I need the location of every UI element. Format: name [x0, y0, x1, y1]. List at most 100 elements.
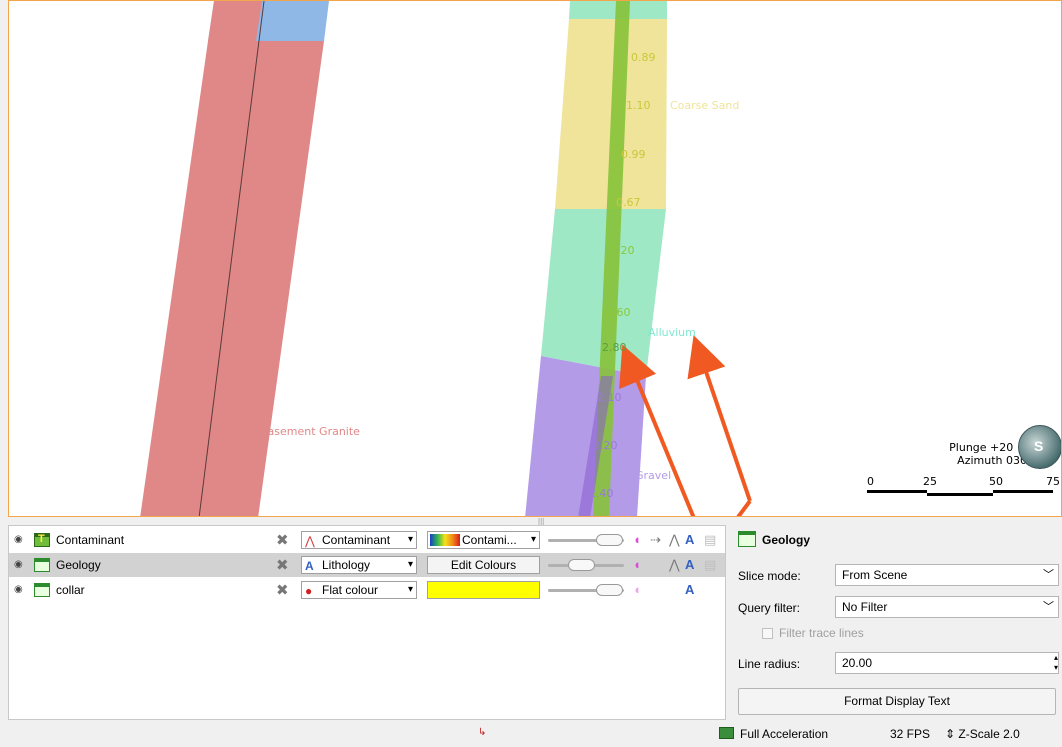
- shapes-list[interactable]: ◉ Contaminant ✖ ⋀ Contaminant ▾ Contami.…: [8, 525, 726, 720]
- line-radius-input[interactable]: 20.00 ▴ ▾: [835, 652, 1059, 674]
- slice-mode-label: Slice mode:: [738, 569, 801, 583]
- table-icon: [738, 531, 756, 547]
- chevron-down-icon: ▾: [407, 584, 413, 595]
- light-icon[interactable]: ◖: [633, 557, 641, 572]
- trace-icon[interactable]: ⋀: [669, 532, 680, 548]
- scene-viewport[interactable]: Coarse Sand Alluvium Gravel Basement Gra…: [8, 0, 1062, 517]
- text-display-icon[interactable]: A: [685, 532, 694, 547]
- slider-thumb[interactable]: [596, 534, 623, 546]
- table-icon[interactable]: ▤: [704, 557, 716, 573]
- plunge-readout: Plunge +20: [949, 441, 1014, 454]
- slice-mode-select[interactable]: From Scene ﹀: [835, 564, 1059, 586]
- list-item-collar[interactable]: ◉ collar ✖ ● Flat colour ▾ ◖ A: [9, 578, 725, 602]
- axes-icon: ↳: [478, 727, 487, 738]
- depth-label: 2.10: [597, 391, 622, 404]
- format-display-text-button[interactable]: Format Display Text: [738, 688, 1056, 715]
- scale-tick: 75: [1046, 475, 1060, 488]
- trace-icon[interactable]: ⋀: [669, 557, 680, 573]
- query-filter-label: Query filter:: [738, 601, 801, 615]
- delete-icon[interactable]: ✖: [276, 531, 289, 549]
- table-icon: [34, 558, 50, 572]
- table-icon[interactable]: ▤: [704, 532, 716, 548]
- chevron-down-icon: ﹀: [1043, 569, 1054, 581]
- depth-label: 2.60: [606, 306, 631, 319]
- object-name: Contaminant: [56, 533, 125, 547]
- granite-hole-body: [140, 41, 324, 516]
- panel-title: Geology: [738, 531, 810, 549]
- opacity-slider[interactable]: [548, 558, 624, 572]
- fps-readout: 32 FPS: [890, 727, 931, 741]
- light-icon[interactable]: ◖: [633, 532, 641, 547]
- depth-label: 2.80: [602, 341, 627, 354]
- delete-icon[interactable]: ✖: [276, 556, 289, 574]
- text-icon: A: [305, 559, 314, 573]
- scale-tick: 0: [867, 475, 874, 488]
- label-basement-granite: Basement Granite: [260, 425, 360, 438]
- properties-panel: Geology Slice mode: From Scene ﹀ Query f…: [732, 525, 1062, 720]
- azimuth-readout: Azimuth 030: [957, 454, 1027, 467]
- edit-colours-button[interactable]: Edit Colours: [427, 556, 540, 574]
- tube-icon[interactable]: ⇢: [650, 532, 661, 548]
- colour-by-select[interactable]: ● Flat colour ▾: [301, 581, 417, 599]
- scale-bar: 0 25 50 75: [863, 475, 1061, 496]
- object-name: Geology: [56, 558, 101, 572]
- scale-segment: [867, 490, 927, 493]
- granite-hole-top-red: [208, 1, 262, 41]
- colourmap-select[interactable]: Contami... ▾: [427, 531, 540, 549]
- depth-label: 2.40: [589, 487, 614, 500]
- chevron-down-icon: ▾: [407, 534, 413, 545]
- chevron-down-icon: ﹀: [1043, 601, 1054, 613]
- table-icon: [34, 583, 50, 597]
- list-item-geology[interactable]: ◉ Geology ✖ A Lithology ▾ Edit Colours ◖…: [9, 553, 725, 577]
- depth-label: 3.20: [610, 244, 635, 257]
- delete-icon[interactable]: ✖: [276, 581, 289, 599]
- text-display-icon[interactable]: A: [685, 557, 694, 572]
- depth-label: 0.67: [616, 196, 641, 209]
- scale-tick: 25: [923, 475, 937, 488]
- checkbox-box[interactable]: [762, 628, 773, 640]
- line-chart-icon: ⋀: [305, 534, 315, 548]
- object-name: collar: [56, 583, 85, 597]
- scale-segment: [927, 493, 993, 496]
- depth-label: 0.99: [621, 148, 646, 161]
- label-coarse-sand: Coarse Sand: [670, 99, 740, 112]
- gradient-swatch: [430, 534, 460, 546]
- opacity-slider[interactable]: [548, 583, 624, 597]
- flat-colour-icon: ●: [305, 584, 313, 598]
- slider-thumb[interactable]: [596, 584, 623, 596]
- eye-icon[interactable]: ◉: [14, 559, 23, 570]
- annotation-arrow-2: [687, 335, 752, 502]
- colour-by-select[interactable]: A Lithology ▾: [301, 556, 417, 574]
- spinner-icon[interactable]: ▴ ▾: [1054, 653, 1058, 673]
- text-display-icon[interactable]: A: [685, 582, 694, 597]
- zscale-icon: ⇕: [945, 727, 956, 741]
- compass-icon[interactable]: S: [1018, 425, 1061, 469]
- scale-segment: [993, 490, 1053, 493]
- acceleration-status: Full Acceleration: [740, 727, 829, 741]
- chevron-down-icon: ▾: [407, 559, 413, 570]
- label-alluvium: Alluvium: [648, 326, 696, 339]
- monitor-icon: [719, 727, 734, 739]
- scale-tick: 50: [989, 475, 1003, 488]
- colour-by-select[interactable]: ⋀ Contaminant ▾: [301, 531, 417, 549]
- eye-icon[interactable]: ◉: [14, 534, 23, 545]
- status-bar: ↳ Full Acceleration 32 FPS ⇕ Z-Scale 2.0: [0, 722, 1062, 747]
- filter-trace-lines-checkbox[interactable]: Filter trace lines: [762, 626, 864, 640]
- depth-label: 0.89: [631, 51, 656, 64]
- opacity-slider[interactable]: [548, 533, 624, 547]
- slider-thumb[interactable]: [568, 559, 595, 571]
- flat-colour-swatch[interactable]: [427, 581, 540, 599]
- eye-icon[interactable]: ◉: [14, 584, 23, 595]
- light-icon[interactable]: ◖: [633, 582, 641, 597]
- contaminant-table-icon: [34, 533, 50, 547]
- depth-label: 2.20: [593, 439, 618, 452]
- scene-canvas[interactable]: [9, 1, 1062, 517]
- label-gravel: Gravel: [635, 469, 672, 482]
- orientation-readout: Plunge +20 Azimuth 030: [949, 441, 1027, 467]
- list-item-contaminant[interactable]: ◉ Contaminant ✖ ⋀ Contaminant ▾ Contami.…: [9, 528, 725, 552]
- zscale-button[interactable]: ⇕ Z-Scale 2.0: [945, 727, 1020, 741]
- depth-label: 1.10: [626, 99, 651, 112]
- chevron-down-icon: ▾: [530, 534, 536, 545]
- annotation-arrow-join: [736, 499, 752, 516]
- query-filter-select[interactable]: No Filter ﹀: [835, 596, 1059, 618]
